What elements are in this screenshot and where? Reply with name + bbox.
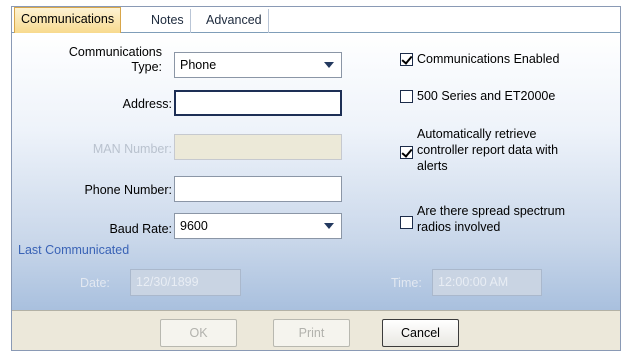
ok-button[interactable]: OK [160,319,237,347]
phone-number-input[interactable] [174,176,342,202]
time-label: Time: [391,276,422,290]
date-label: Date: [80,276,110,290]
address-input[interactable] [174,90,342,116]
address-label: Address: [122,97,172,111]
communications-dialog: Communications Notes Advanced Communicat… [11,6,621,351]
phone-number-label: Phone Number: [84,183,172,197]
chevron-down-icon[interactable] [318,54,340,76]
communications-type-label-line2: Type: [131,60,162,74]
baud-rate-select[interactable]: 9600 [174,213,342,239]
button-bar: OK Print Cancel [12,310,620,350]
tab-notes[interactable]: Notes [145,9,191,33]
auto-retrieve-label-line3: alerts [417,159,448,173]
series-500-checkbox[interactable] [400,90,413,103]
communications-type-label: Communications Type: [69,45,162,75]
baud-rate-value: 9600 [180,219,208,233]
tab-advanced[interactable]: Advanced [200,9,269,33]
communications-enabled-checkbox[interactable] [400,53,413,66]
auto-retrieve-label-line1: Automatically retrieve [417,127,537,141]
man-number-input[interactable] [174,134,342,160]
spread-spectrum-label: Are there spread spectrum radios involve… [417,203,565,235]
time-value: 12:00:00 AM [438,275,509,289]
spread-spectrum-label-line1: Are there spread spectrum [417,204,565,218]
communications-type-value: Phone [180,58,217,72]
tab-communications[interactable]: Communications [14,7,122,34]
communications-type-select[interactable]: Phone [174,52,342,78]
time-input[interactable]: 12:00:00 AM [432,269,542,296]
auto-retrieve-label: Automatically retrieve controller report… [417,126,558,174]
communications-type-label-line1: Communications [68,45,162,59]
print-button[interactable]: Print [273,319,350,347]
spread-spectrum-checkbox[interactable] [400,216,413,229]
tab-strip: Communications Notes Advanced [12,7,620,34]
cancel-button[interactable]: Cancel [382,319,459,347]
last-communicated-title: Last Communicated [18,243,130,257]
chevron-down-icon[interactable] [318,215,340,237]
date-input[interactable]: 12/30/1899 [130,269,241,296]
auto-retrieve-label-line2: controller report data with [417,143,559,157]
auto-retrieve-checkbox[interactable] [400,146,413,159]
spread-spectrum-label-line2: radios involved [417,220,501,234]
communications-panel: Communications Type: Phone Address: MAN … [12,33,620,310]
date-value: 12/30/1899 [136,275,199,289]
man-number-label: MAN Number: [92,142,172,156]
baud-rate-label: Baud Rate: [109,222,172,236]
series-500-label: 500 Series and ET2000e [417,89,556,103]
communications-enabled-label: Communications Enabled [417,52,560,66]
